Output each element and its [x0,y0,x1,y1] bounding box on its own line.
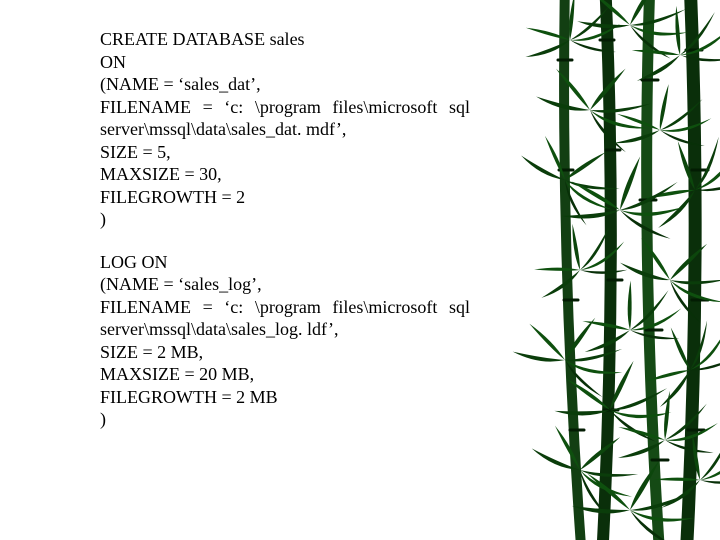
sql-code-text: CREATE DATABASE sales ON (NAME = ‘sales_… [100,28,470,451]
code-line: SIZE = 2 MB, [100,341,470,364]
code-line: server\mssql\data\sales_log. ldf’, [100,318,470,341]
code-line: ) [100,208,470,231]
code-line: ON [100,51,470,74]
code-line: FILEGROWTH = 2 [100,186,470,209]
code-line: (NAME = ‘sales_dat’, [100,73,470,96]
bamboo-icon [510,0,720,540]
code-line: MAXSIZE = 20 MB, [100,363,470,386]
code-line: ) [100,408,470,431]
bamboo-decoration [510,0,720,540]
code-line: LOG ON [100,251,470,274]
code-line: MAXSIZE = 30, [100,163,470,186]
code-line: FILEGROWTH = 2 MB [100,386,470,409]
code-line: FILENAME = ‘c: \program files\microsoft … [100,296,470,319]
code-line: SIZE = 5, [100,141,470,164]
create-database-block: CREATE DATABASE sales ON (NAME = ‘sales_… [100,28,470,231]
log-on-block: LOG ON (NAME = ‘sales_log’, FILENAME = ‘… [100,251,470,431]
code-line: server\mssql\data\sales_dat. mdf’, [100,118,470,141]
code-line: FILENAME = ‘c: \program files\microsoft … [100,96,470,119]
code-line: CREATE DATABASE sales [100,28,470,51]
code-line: (NAME = ‘sales_log’, [100,273,470,296]
